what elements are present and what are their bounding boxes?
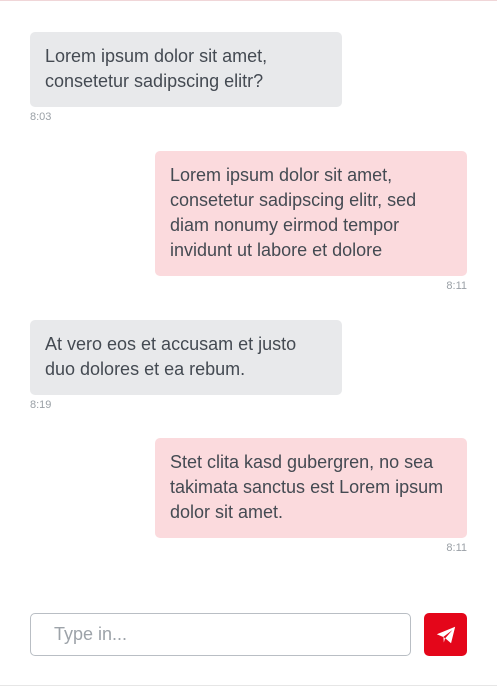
paper-plane-icon bbox=[435, 624, 457, 646]
message-timestamp: 8:11 bbox=[446, 280, 467, 292]
message-timestamp: 8:03 bbox=[30, 111, 52, 123]
message-bubble-sent: Stet clita kasd gubergren, no sea takima… bbox=[155, 438, 467, 538]
message-text: Lorem ipsum dolor sit amet, consetetur s… bbox=[45, 46, 268, 91]
message-text: Lorem ipsum dolor sit amet, consetetur s… bbox=[170, 165, 417, 260]
message-timestamp: 8:19 bbox=[30, 399, 52, 411]
message-bubble-received: At vero eos et accusam et justo duo dolo… bbox=[30, 320, 342, 395]
message-bubble-received: Lorem ipsum dolor sit amet, consetetur s… bbox=[30, 32, 342, 107]
message-text: Stet clita kasd gubergren, no sea takima… bbox=[170, 452, 444, 522]
message-input[interactable] bbox=[30, 613, 411, 656]
chat-window: Lorem ipsum dolor sit amet, consetetur s… bbox=[0, 0, 497, 686]
message-text: At vero eos et accusam et justo duo dolo… bbox=[45, 334, 297, 379]
message-composer bbox=[30, 613, 467, 657]
message-bubble-sent: Lorem ipsum dolor sit amet, consetetur s… bbox=[155, 151, 467, 276]
message-timestamp: 8:11 bbox=[446, 542, 467, 554]
send-button[interactable] bbox=[424, 613, 467, 656]
